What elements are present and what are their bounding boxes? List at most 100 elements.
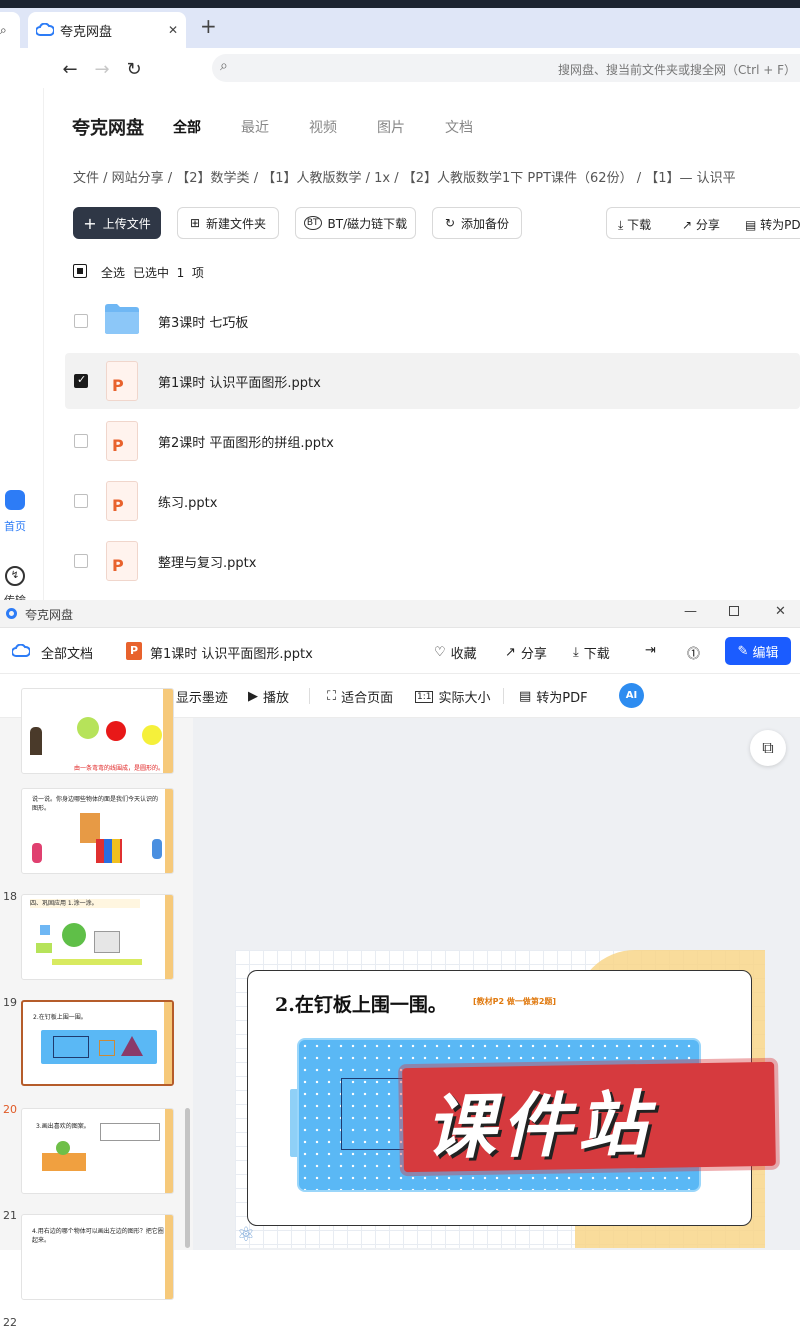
open-external-icon[interactable]: ⇥ <box>645 643 656 658</box>
heart-icon: ♡ <box>434 645 446 660</box>
document-viewer-window: 夸克网盘 — ✕ 全部文档 P 第1课时 认识平面图形.pptx ♡ 收藏 ↗ 分享… <box>0 600 800 1329</box>
watermark-logo: 课件站 <box>402 1061 776 1173</box>
transfer-label[interactable]: 传输 <box>4 592 26 600</box>
tab-video[interactable]: 视频 <box>309 117 337 137</box>
breadcrumb[interactable]: 文件 / 网站分享 / 【2】数学类 / 【1】人教版数学 / 1x / 【2】… <box>73 167 800 185</box>
new-tab-button[interactable]: + <box>200 14 217 38</box>
select-all-checkbox[interactable] <box>73 264 87 278</box>
download-icon: ⤓ <box>573 645 579 660</box>
slide-subtitle: [教材P2 做一做第2题] <box>473 997 557 1006</box>
file-row[interactable]: P 练习.pptx <box>65 473 800 529</box>
share-icon: ↗ <box>682 218 693 232</box>
viewer-to-pdf-button[interactable]: ▤ 转为PDF <box>519 687 588 706</box>
drive-logo: 夸克网盘 <box>72 118 144 139</box>
left-rail: 首页 ↯ 传输 <box>0 88 44 600</box>
download-icon: ⤓ <box>618 218 624 232</box>
edit-button[interactable]: ✎ 编辑 <box>725 637 791 665</box>
slide-thumbnail[interactable]: 4.用右边的哪个物体可以画出左边的图形？把它圈起来。 <box>21 1214 174 1300</box>
tab-docs[interactable]: 文档 <box>445 117 473 137</box>
fit-page-button[interactable]: ⛶ 适合页面 <box>327 687 393 706</box>
folder-icon <box>105 304 139 334</box>
file-name: 整理与复习.pptx <box>158 555 257 571</box>
actual-size-icon: 1:1 <box>415 690 434 703</box>
tab-quark-drive[interactable]: 夸克网盘 ✕ <box>28 12 186 48</box>
row-checkbox[interactable] <box>74 494 88 508</box>
pptx-file-icon: P <box>106 541 138 581</box>
share-button[interactable]: ↗ 分享 <box>682 216 720 233</box>
row-checkbox[interactable] <box>74 314 88 328</box>
slide-title: 2.在钉板上围一围。 <box>275 994 447 1016</box>
viewer-header: 全部文档 P 第1课时 认识平面图形.pptx ♡ 收藏 ↗ 分享 ⤓ 下载 ⇥ ⓵ … <box>0 628 800 674</box>
ai-assistant-icon[interactable]: AI <box>619 683 644 708</box>
previous-tab[interactable]: ⌕ <box>0 12 20 48</box>
tab-all[interactable]: 全部 <box>173 117 201 137</box>
tab-recent[interactable]: 最近 <box>241 117 269 137</box>
home-label[interactable]: 首页 <box>4 518 26 534</box>
upload-button[interactable]: + 上传文件 <box>73 207 161 239</box>
close-tab-icon[interactable]: ✕ <box>168 23 178 37</box>
play-button[interactable]: ▶ 播放 <box>248 687 289 706</box>
search-icon: ⌕ <box>220 58 228 74</box>
viewer-share-button[interactable]: ↗ 分享 <box>505 643 547 662</box>
minimize-icon[interactable]: — <box>684 604 697 619</box>
nav-bar: ← → ↻ ⌕ 搜网盘、搜当前文件夹或搜全网（Ctrl + F） <box>0 48 800 88</box>
to-pdf-button[interactable]: ▤ 转为PDF <box>745 216 800 233</box>
row-checkbox[interactable] <box>74 554 88 568</box>
file-row[interactable]: 第3课时 七巧板 <box>65 293 800 349</box>
file-name: 第2课时 平面图形的拼组.pptx <box>158 435 334 451</box>
file-row-selected[interactable]: ✓ P 第1课时 认识平面图形.pptx <box>65 353 800 409</box>
transfer-icon[interactable]: ↯ <box>5 566 25 586</box>
forward-icon[interactable]: → <box>89 56 115 82</box>
select-all-label[interactable]: 全选 <box>101 264 125 281</box>
thumbnail-number: 19 <box>3 996 17 1009</box>
atom-decoration-icon: ⚛ <box>237 1222 255 1246</box>
slide-thumbnail[interactable]: 3.画出喜欢的图案。 <box>21 1108 174 1194</box>
window-top-strip <box>0 0 800 8</box>
download-button[interactable]: ⤓ 下载 <box>618 216 651 233</box>
file-row[interactable]: P 整理与复习.pptx <box>65 533 800 589</box>
pptx-icon: P <box>126 642 142 660</box>
back-icon[interactable]: ← <box>57 56 83 82</box>
pdf-icon: ▤ <box>745 218 757 232</box>
row-checkbox[interactable] <box>74 434 88 448</box>
tab-title: 夸克网盘 <box>60 24 113 40</box>
selected-count: 已选中 1 项 <box>133 266 204 280</box>
maximize-icon[interactable] <box>729 606 739 616</box>
slide-thumbnail[interactable]: 由一条弯弯的线围成，是圆形的。 <box>21 688 174 774</box>
favorite-button[interactable]: ♡ 收藏 <box>434 643 477 662</box>
slide-thumbnail[interactable]: 说一说。你身边哪些物体的面是我们今天认识的图形。 <box>21 788 174 874</box>
slide-thumbnail[interactable]: 四、巩固应用 1.涂一涂。 <box>21 894 174 980</box>
pdf-icon: ▤ <box>519 689 532 704</box>
slide-thumbnail-selected[interactable]: 2.在钉板上围一围。 <box>21 1000 174 1086</box>
new-folder-button[interactable]: ⊞ 新建文件夹 <box>177 207 279 239</box>
all-docs-link[interactable]: 全部文档 <box>41 643 93 662</box>
thumbnail-number-selected: 20 <box>3 1103 17 1116</box>
search-input[interactable]: ⌕ 搜网盘、搜当前文件夹或搜全网（Ctrl + F） <box>212 54 800 82</box>
bt-download-button[interactable]: BT BT/磁力链下载 <box>295 207 416 239</box>
tab-images[interactable]: 图片 <box>377 117 405 137</box>
page-tools-icon[interactable]: ⧉ <box>750 730 786 766</box>
tab-bar: ⌕ 夸克网盘 ✕ + <box>0 8 800 48</box>
feedback-icon[interactable]: ⓵ <box>687 643 700 662</box>
thumbnail-number: 21 <box>3 1209 17 1222</box>
thumbnail-scrollbar[interactable] <box>185 1108 190 1248</box>
add-backup-button[interactable]: ↻ 添加备份 <box>432 207 522 239</box>
divider <box>503 688 504 704</box>
divider <box>309 688 310 704</box>
close-window-icon[interactable]: ✕ <box>775 604 786 619</box>
home-icon[interactable] <box>5 490 25 510</box>
refresh-icon[interactable]: ↻ <box>121 56 147 82</box>
row-checkbox-checked[interactable]: ✓ <box>74 373 88 388</box>
actual-size-button[interactable]: 1:1 实际大小 <box>415 687 491 706</box>
viewer-titlebar: 夸克网盘 — ✕ <box>0 600 800 628</box>
backup-icon: ↻ <box>444 216 456 230</box>
file-row[interactable]: P 第2课时 平面图形的拼组.pptx <box>65 413 800 469</box>
cloud-logo-icon <box>12 644 30 657</box>
cloud-logo-icon <box>36 23 54 36</box>
pptx-file-icon: P <box>106 361 138 401</box>
pptx-file-icon: P <box>106 481 138 521</box>
viewer-download-button[interactable]: ⤓ 下载 <box>573 643 610 662</box>
window-title: 夸克网盘 <box>25 608 74 622</box>
folder-plus-icon: ⊞ <box>189 216 201 230</box>
file-name: 练习.pptx <box>158 495 218 511</box>
